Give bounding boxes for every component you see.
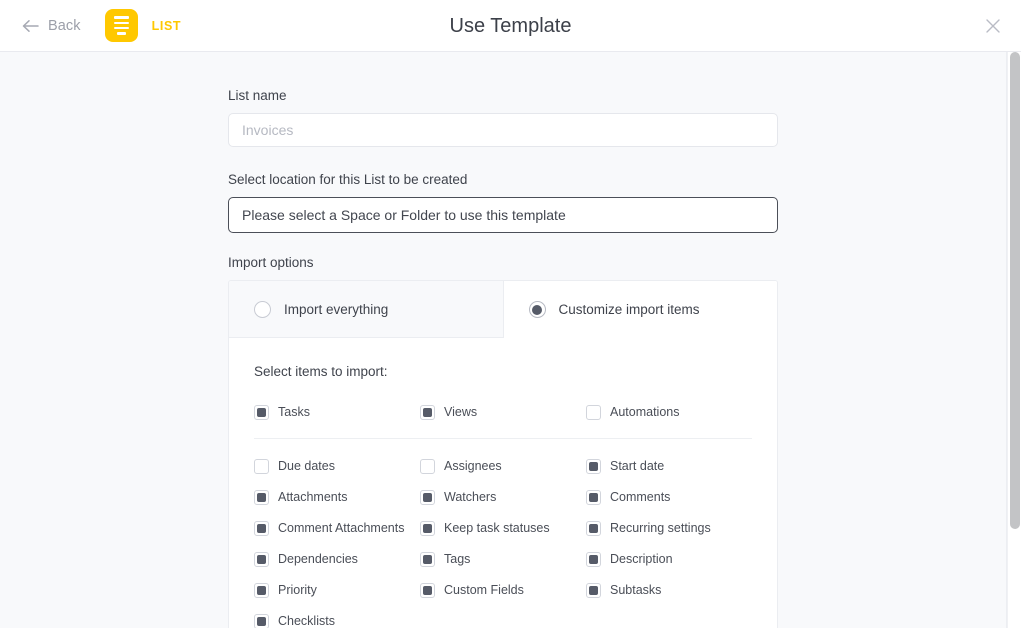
checkbox-label-due-dates: Due dates bbox=[278, 459, 335, 473]
import-items-panel: Select items to import: Tasks Views Automa… bbox=[229, 338, 777, 628]
checkbox-checked-icon-custom-fields[interactable] bbox=[420, 582, 435, 598]
vertical-scrollbar-track[interactable] bbox=[1007, 52, 1021, 628]
list-name-input[interactable] bbox=[228, 113, 778, 147]
use-template-form: List name Select location for this List … bbox=[228, 88, 778, 628]
radio-customize-import-items[interactable] bbox=[528, 301, 546, 318]
checkbox-checked-icon-subtasks[interactable] bbox=[586, 582, 601, 598]
checkbox-checked-icon-tags[interactable] bbox=[420, 551, 435, 567]
checkbox-checked-icon-attachments[interactable] bbox=[254, 489, 269, 505]
checkbox-item-tasks[interactable]: Tasks bbox=[254, 403, 420, 421]
checkbox-checked-icon-views[interactable] bbox=[420, 404, 435, 420]
tab-customize-import-items-label: Customize import items bbox=[558, 302, 700, 317]
checkbox-label-recurring-settings: Recurring settings bbox=[610, 521, 711, 535]
checkbox-label-start-date: Start date bbox=[610, 459, 665, 473]
back-button[interactable]: Back bbox=[16, 14, 87, 38]
tab-import-everything-label: Import everything bbox=[284, 301, 389, 317]
checkbox-label-checklists: Checklists bbox=[278, 614, 335, 628]
tab-import-everything[interactable]: Import everything bbox=[229, 281, 504, 338]
checkbox-checked-icon-start-date[interactable] bbox=[586, 458, 601, 474]
checkbox-item-keep-task-statuses[interactable]: Keep task statuses bbox=[420, 519, 586, 537]
checkbox-item-automations[interactable]: Automations bbox=[586, 403, 752, 421]
checkbox-label-views: Views bbox=[444, 405, 478, 419]
checkbox-item-due-dates[interactable]: Due dates bbox=[254, 457, 420, 475]
checkbox-checked-icon-priority[interactable] bbox=[254, 582, 269, 598]
checkbox-label-assignees: Assignees bbox=[444, 459, 502, 473]
checkbox-label-tasks: Tasks bbox=[278, 405, 310, 419]
list-type-label: LIST bbox=[151, 18, 182, 33]
location-label: Select location for this List to be crea… bbox=[228, 172, 468, 187]
checkbox-label-attachments: Attachments bbox=[278, 490, 348, 504]
checkbox-item-attachments[interactable]: Attachments bbox=[254, 488, 420, 506]
arrow-left-icon bbox=[22, 19, 39, 33]
list-icon[interactable] bbox=[104, 9, 138, 42]
checkbox-item-dependencies[interactable]: Dependencies bbox=[254, 550, 420, 568]
radio-import-everything[interactable] bbox=[254, 300, 271, 318]
checkbox-item-description[interactable]: Description bbox=[586, 550, 752, 568]
checkbox-item-tags[interactable]: Tags bbox=[420, 550, 586, 568]
checkbox-item-subtasks[interactable]: Subtasks bbox=[586, 581, 752, 599]
modal-header: Back LIST Use Template bbox=[0, 0, 1021, 52]
checkbox-item-custom-fields[interactable]: Custom Fields bbox=[420, 581, 586, 599]
checkbox-label-comment-attachments: Comment Attachments bbox=[278, 521, 405, 535]
location-select[interactable]: Please select a Space or Folder to use t… bbox=[228, 197, 778, 233]
close-icon[interactable] bbox=[979, 12, 1007, 40]
back-button-label: Back bbox=[48, 17, 81, 34]
checkbox-label-tags: Tags bbox=[444, 552, 471, 566]
checkbox-label-dependencies: Dependencies bbox=[278, 552, 358, 566]
list-name-label: List name bbox=[228, 88, 287, 103]
header-left-group: Back LIST bbox=[0, 9, 181, 42]
checkbox-unchecked-icon-automations[interactable] bbox=[586, 404, 601, 420]
checkbox-checked-icon-keep-task-statuses[interactable] bbox=[420, 520, 435, 536]
checkbox-label-description: Description bbox=[610, 552, 673, 566]
checkbox-checked-icon-watchers[interactable] bbox=[420, 489, 435, 505]
tab-customize-import-items[interactable]: Customize import items bbox=[503, 281, 777, 338]
checkbox-label-automations: Automations bbox=[610, 405, 680, 419]
modal-body: List name Select location for this List … bbox=[0, 52, 1007, 628]
checkbox-item-watchers[interactable]: Watchers bbox=[420, 488, 586, 506]
checkbox-item-views[interactable]: Views bbox=[420, 403, 586, 421]
checkbox-unchecked-icon-assignees[interactable] bbox=[420, 458, 435, 474]
checkbox-checked-icon-comment-attachments[interactable] bbox=[254, 520, 269, 536]
checkbox-item-assignees[interactable]: Assignees bbox=[420, 457, 586, 475]
checkbox-label-subtasks: Subtasks bbox=[610, 583, 662, 597]
primary-import-items-grid: Tasks Views Automations bbox=[254, 403, 752, 439]
import-options-card: Import everything Customize import items… bbox=[228, 280, 778, 628]
checkbox-item-comment-attachments[interactable]: Comment Attachments bbox=[254, 519, 420, 537]
checkbox-checked-icon-comments[interactable] bbox=[586, 489, 601, 505]
checkbox-label-keep-task-statuses: Keep task statuses bbox=[444, 521, 550, 535]
import-mode-tabs: Import everything Customize import items bbox=[229, 281, 777, 338]
checkbox-checked-icon-description[interactable] bbox=[586, 551, 601, 567]
checkbox-item-recurring-settings[interactable]: Recurring settings bbox=[586, 519, 752, 537]
import-options-label: Import options bbox=[228, 255, 314, 270]
checkbox-checked-icon-checklists[interactable] bbox=[254, 613, 269, 628]
checkbox-label-custom-fields: Custom Fields bbox=[444, 583, 524, 597]
checkbox-label-priority: Priority bbox=[278, 583, 317, 597]
checkbox-item-start-date[interactable]: Start date bbox=[586, 457, 752, 475]
location-select-value: Please select a Space or Folder to use t… bbox=[242, 207, 566, 223]
checkbox-label-watchers: Watchers bbox=[444, 490, 497, 504]
select-items-label: Select items to import: bbox=[254, 364, 388, 379]
checkbox-checked-icon-tasks[interactable] bbox=[254, 404, 269, 420]
checkbox-unchecked-icon-due-dates[interactable] bbox=[254, 458, 269, 474]
checkbox-item-comments[interactable]: Comments bbox=[586, 488, 752, 506]
checkbox-checked-icon-recurring-settings[interactable] bbox=[586, 520, 601, 536]
use-template-modal: Back LIST Use Template List name Select … bbox=[0, 0, 1021, 628]
checkbox-label-comments: Comments bbox=[610, 490, 671, 504]
detail-import-items-grid: Due dates Assignees Start date Attachments W… bbox=[254, 457, 752, 628]
checkbox-item-checklists[interactable]: Checklists bbox=[254, 612, 420, 628]
vertical-scrollbar-thumb[interactable] bbox=[1010, 52, 1020, 529]
checkbox-item-priority[interactable]: Priority bbox=[254, 581, 420, 599]
checkbox-checked-icon-dependencies[interactable] bbox=[254, 551, 269, 567]
